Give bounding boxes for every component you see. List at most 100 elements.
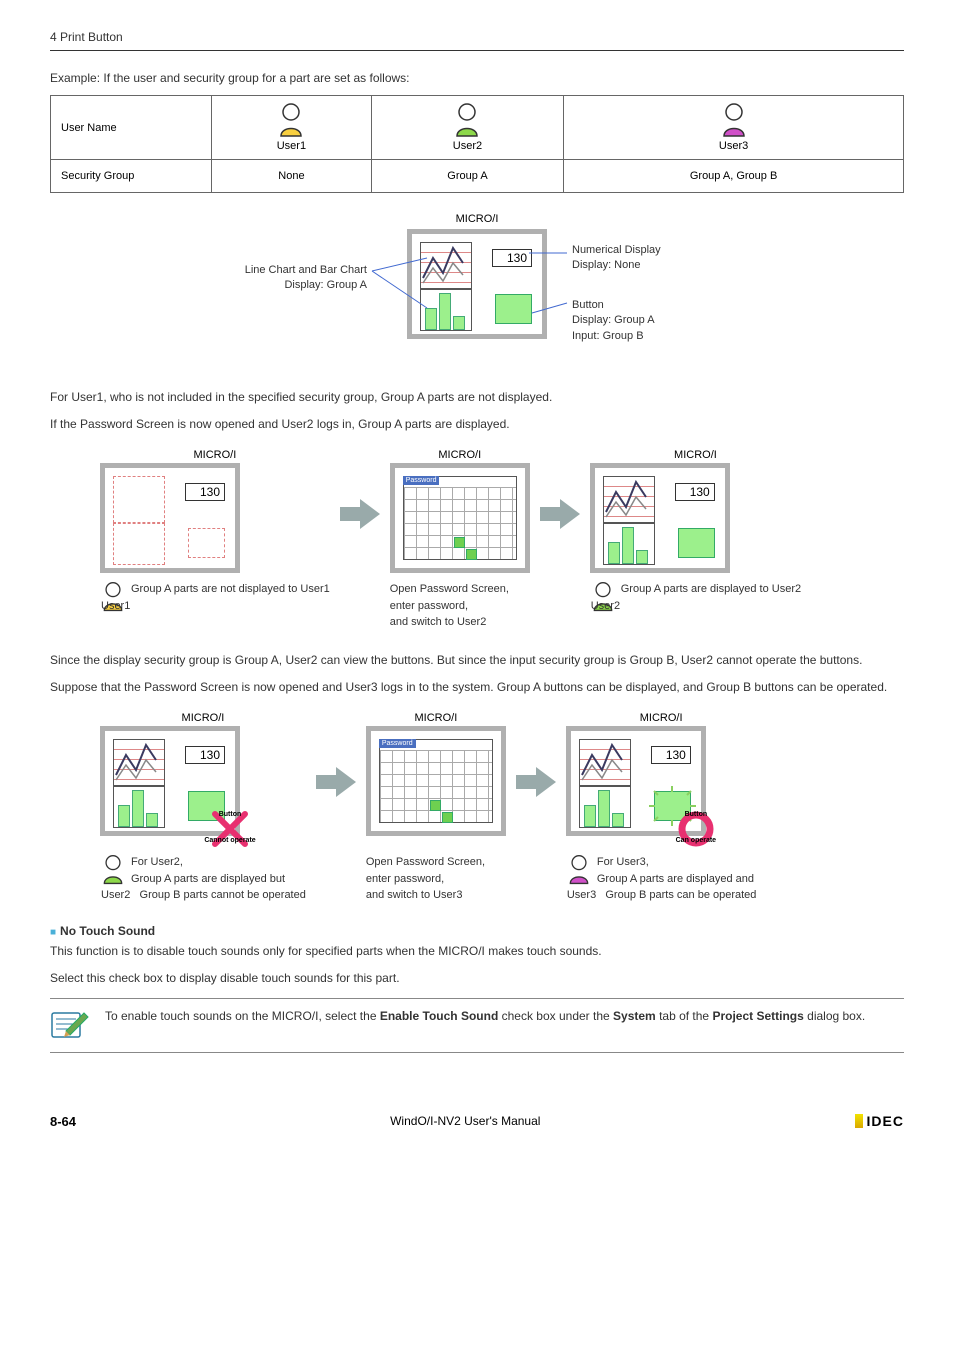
num-display: 130 — [651, 746, 691, 764]
paragraph-3: Since the display security group is Grou… — [50, 651, 904, 670]
cell-user1: User1 — [212, 96, 372, 160]
keypad-key — [430, 800, 441, 811]
main-diagram: MICRO/I 130 Line Chart and Bar Chart Dis… — [117, 213, 837, 373]
user2-label: User2 — [453, 140, 482, 152]
group3-cell: Group A, Group B — [564, 160, 904, 193]
btn-annotation: Button Display: Group A Input: Group B — [572, 298, 655, 344]
arrow-icon — [340, 499, 380, 532]
keypad-key — [466, 549, 477, 560]
keypad-grid — [404, 487, 516, 559]
user1-label: User1 — [277, 140, 306, 152]
arrow-icon — [516, 767, 556, 800]
line-chart-part — [113, 739, 165, 786]
col-user3-can: MICRO/I 130 Button Can operate — [566, 712, 757, 904]
n1c: check box under the — [498, 1009, 613, 1023]
keypad-key — [442, 812, 453, 823]
user3-label: User3 — [719, 140, 748, 152]
cell-user2: User2 — [371, 96, 563, 160]
diagram-row-1: MICRO/I 130 Group A parts are not displa… — [100, 449, 904, 631]
micro-i-label: MICRO/I — [407, 213, 547, 225]
micro-i-label: MICRO/I — [366, 712, 506, 724]
button-part — [678, 528, 715, 558]
user-security-table: User Name User1 User2 User3 Security Gro… — [50, 95, 904, 193]
cap-l3: Group B parts cannot be operated — [140, 889, 306, 901]
cap-user: User2 — [101, 889, 130, 901]
user-icon — [452, 103, 482, 138]
bar-chart-part — [420, 289, 472, 331]
example-intro: Example: If the user and security group … — [50, 71, 904, 85]
paragraph-1: For User1, who is not included in the sp… — [50, 388, 904, 407]
cap-l1: For User3, — [597, 854, 757, 871]
manual-title: WindO/I-NV2 User's Manual — [390, 1114, 540, 1128]
password-grid: Password — [403, 476, 517, 560]
cap-user: User1 — [101, 598, 330, 615]
badge-line2: Can operate — [666, 837, 726, 844]
dashed-outline — [113, 476, 165, 523]
col-password: MICRO/I 30 Password Open Password Screen… — [390, 449, 530, 631]
note-box: To enable touch sounds on the MICRO/I, s… — [50, 998, 904, 1053]
cannot-operate-badge: Button Cannot operate — [200, 809, 260, 849]
col-user2: MICRO/I 130 Group A parts are displayed … — [590, 449, 801, 614]
cap-l2: Group A parts are displayed and — [597, 871, 757, 888]
arrow-icon — [316, 767, 356, 800]
group2-cell: Group A — [371, 160, 563, 193]
paragraph-2: If the Password Screen is now opened and… — [50, 415, 904, 434]
page-header: 4 Print Button — [50, 30, 904, 51]
cap-l1: For User2, — [131, 854, 306, 871]
caption-user2-cannot: For User2, Group A parts are displayed b… — [100, 854, 306, 904]
cap-l3: Group B parts can be operated — [605, 889, 756, 901]
n2c: dialog box. — [804, 1009, 865, 1023]
caption-user1: Group A parts are not displayed to User1… — [100, 581, 330, 614]
user-icon — [719, 103, 749, 138]
no-touch-p2: Select this check box to display disable… — [50, 969, 904, 988]
row-label-username: User Name — [51, 96, 212, 160]
badge-line2: Cannot operate — [200, 837, 260, 844]
micro-i-label: MICRO/I — [590, 449, 801, 461]
password-grid: Password — [379, 739, 493, 823]
keypad-key — [454, 537, 465, 548]
user-icon — [566, 854, 592, 886]
cap-user: User2 — [591, 598, 801, 615]
n1b: Enable Touch Sound — [380, 1009, 498, 1023]
col-user1: MICRO/I 130 Group A parts are not displa… — [100, 449, 330, 614]
keypad-grid — [380, 750, 492, 822]
password-label: Password — [379, 739, 416, 748]
group1-cell: None — [212, 160, 372, 193]
badge-line1: Button — [666, 811, 726, 818]
hmi-screen-main: 130 — [407, 229, 547, 339]
cap-text: Group A parts are displayed to User2 — [621, 581, 801, 598]
arrow-icon — [540, 499, 580, 532]
num-display: 130 — [675, 483, 715, 501]
caption-password-2: Open Password Screen, enter password, an… — [366, 854, 506, 904]
badge-line1: Button — [200, 811, 260, 818]
hmi-screen-password: 30 Password — [366, 726, 506, 836]
caption-user2: Group A parts are displayed to User2 Use… — [590, 581, 801, 614]
num-annotation: Numerical Display Display: None — [572, 243, 661, 274]
note-text: To enable touch sounds on the MICRO/I, s… — [105, 1007, 865, 1026]
user-icon — [100, 854, 126, 886]
can-operate-badge: Button Can operate — [666, 809, 726, 849]
brand-text: IDEC — [867, 1113, 904, 1129]
cap-l2: Group A parts are displayed but — [131, 871, 306, 888]
cap-user: User3 — [567, 889, 596, 901]
page-footer: 8-64 WindO/I-NV2 User's Manual IDEC — [50, 1113, 904, 1129]
no-touch-p1: This function is to disable touch sounds… — [50, 942, 904, 961]
numerical-display-part: 130 — [492, 249, 532, 267]
dashed-outline — [113, 523, 165, 565]
paragraph-4: Suppose that the Password Screen is now … — [50, 678, 904, 697]
col-user2-cannot: MICRO/I 130 Button Cannot operate — [100, 712, 306, 904]
line-chart-part — [603, 476, 655, 523]
user-icon — [276, 103, 306, 138]
micro-i-label: MICRO/I — [390, 449, 530, 461]
hmi-screen-password: 30 Password — [390, 463, 530, 573]
micro-i-label: MICRO/I — [100, 712, 306, 724]
page-number: 8-64 — [50, 1114, 76, 1129]
hmi-screen-user1: 130 — [100, 463, 240, 573]
password-label: Password — [403, 476, 440, 485]
bar-chart-part — [603, 523, 655, 565]
dashed-outline — [188, 528, 225, 558]
hmi-screen-user3-can: 130 Button Can operate — [566, 726, 706, 836]
no-touch-heading: ■No Touch Sound — [50, 924, 904, 938]
note-icon — [50, 1007, 90, 1044]
logo-bar-icon — [855, 1114, 863, 1128]
